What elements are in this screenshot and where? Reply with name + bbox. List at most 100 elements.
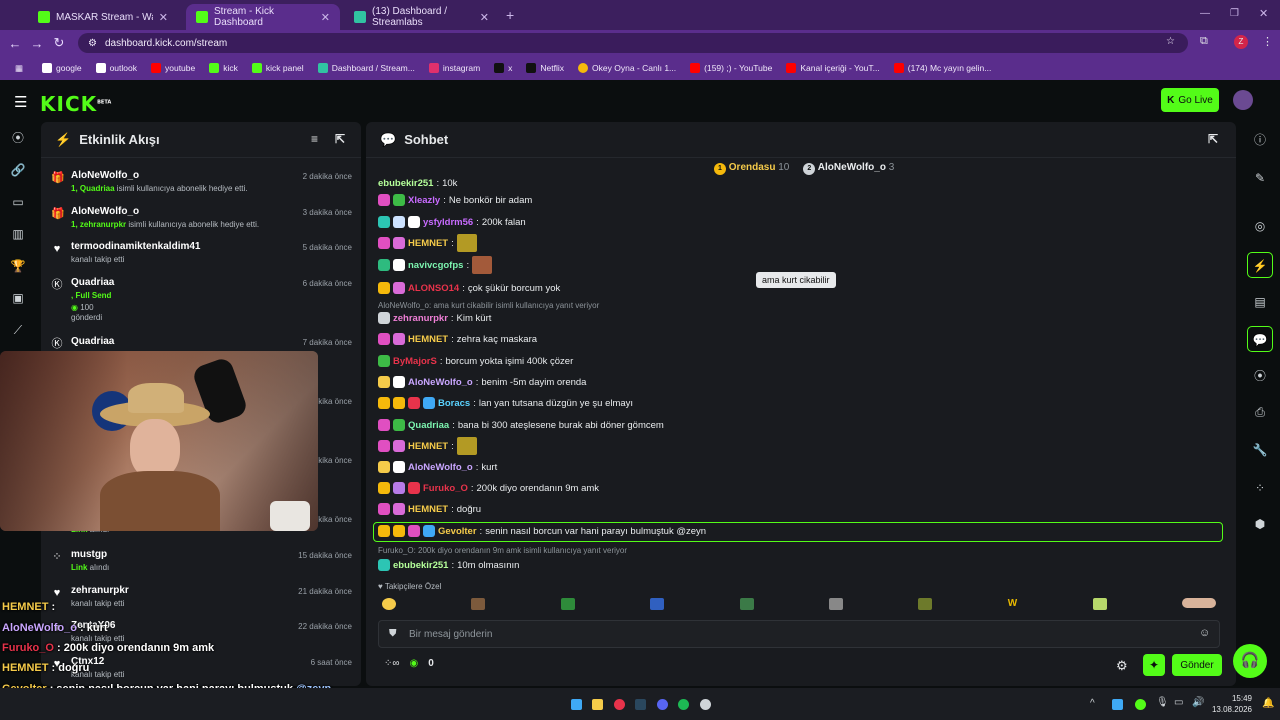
- emote-icon[interactable]: [650, 598, 665, 610]
- bookmark-youtube-174[interactable]: (174) Mc yayın gelin...: [887, 63, 999, 73]
- chat-input[interactable]: ⛊ Bir mesaj gönderin ☺: [378, 620, 1220, 648]
- file-explorer-icon[interactable]: [592, 699, 603, 710]
- forward-icon[interactable]: →: [26, 36, 48, 51]
- trophy-icon[interactable]: 🏆: [10, 258, 26, 274]
- leader-entry[interactable]: 1 Orendasu 10: [714, 162, 789, 175]
- chat-username[interactable]: ALONSO14: [408, 283, 459, 294]
- chat-username[interactable]: AloNeWolfo_o: [408, 462, 473, 473]
- new-tab-icon[interactable]: +: [506, 7, 514, 23]
- chat-username[interactable]: Furuko_O: [423, 483, 468, 494]
- menu-kebab-icon[interactable]: ⋮: [1262, 35, 1273, 48]
- chat-message[interactable]: ysfyldrm56:200k falan: [378, 213, 526, 231]
- chat-message[interactable]: zehranurpkr: Kim kürt: [378, 309, 491, 327]
- emote-icon[interactable]: [1092, 598, 1107, 610]
- chat-message[interactable]: AloNeWolfo_o: benim -5m dayim orenda: [378, 373, 586, 391]
- chat-username[interactable]: HEMNET: [408, 334, 448, 345]
- maximize-icon[interactable]: ❐: [1230, 8, 1239, 19]
- hamburger-menu-icon[interactable]: ☰: [14, 93, 27, 111]
- network-icon[interactable]: ⁘∞: [384, 658, 400, 669]
- tray-app-icon[interactable]: [1112, 699, 1123, 710]
- network-icon[interactable]: ⁘: [1252, 480, 1268, 496]
- tab-maskar-stream[interactable]: MASKAR Stream - Watch Live o ✕: [28, 4, 178, 30]
- shield-icon[interactable]: ⛊: [389, 628, 397, 639]
- bookmark-streamlabs[interactable]: Dashboard / Stream...: [311, 63, 422, 73]
- close-tab-icon[interactable]: ✕: [159, 11, 168, 24]
- support-headset-icon[interactable]: 🎧: [1233, 644, 1267, 678]
- notes-icon[interactable]: ▤: [1252, 294, 1268, 310]
- emote-icon[interactable]: [828, 598, 843, 610]
- bar-chart-icon[interactable]: ▥: [10, 226, 26, 242]
- chat-username[interactable]: HEMNET: [408, 441, 448, 452]
- emote-icon[interactable]: [739, 598, 754, 610]
- bookmark-okey[interactable]: Okey Oyna - Canlı 1...: [571, 63, 683, 73]
- obs-icon[interactable]: [700, 699, 711, 710]
- shield-icon[interactable]: ⬢: [1252, 516, 1268, 532]
- chrome-icon[interactable]: [614, 699, 625, 710]
- chat-username[interactable]: Xleazly: [408, 195, 440, 206]
- broadcast-icon[interactable]: ⦿: [10, 130, 26, 146]
- chat-message[interactable]: Xleazly: Ne bonkör bir adam: [378, 191, 532, 209]
- notification-bell-icon[interactable]: 🔔: [1262, 698, 1274, 709]
- bookmark-kick[interactable]: kick: [202, 63, 245, 73]
- emote-icon[interactable]: [382, 598, 396, 610]
- analytics-icon[interactable]: ⟋: [10, 322, 26, 338]
- chat-username[interactable]: AloNeWolfo_o: [408, 377, 473, 388]
- close-tab-icon[interactable]: ✕: [321, 11, 330, 24]
- emote-icon[interactable]: [1181, 598, 1216, 608]
- close-tab-icon[interactable]: ✕: [480, 11, 489, 24]
- bookmark-kick-panel[interactable]: kick panel: [245, 63, 311, 73]
- bookmark-google[interactable]: google: [35, 63, 89, 73]
- chat-message[interactable]: ALONSO14: çok şükür borcum yok: [378, 279, 560, 297]
- emote-icon[interactable]: [471, 598, 486, 610]
- edit-icon[interactable]: ✎: [1252, 170, 1268, 186]
- kick-logo[interactable]: KICKBETA: [40, 92, 111, 116]
- broadcast-signal-icon[interactable]: ⦿: [1252, 368, 1268, 384]
- chat-username[interactable]: zehranurpkr: [393, 313, 448, 324]
- leader-entry[interactable]: 2 AloNeWolfo_o 3: [803, 162, 894, 175]
- profile-avatar[interactable]: Z: [1234, 35, 1248, 49]
- chat-message[interactable]: navivcgofps:: [378, 256, 495, 274]
- url-field[interactable]: ⚙ dashboard.kick.com/stream ☆: [78, 33, 1188, 53]
- discord-icon[interactable]: [657, 699, 668, 710]
- bookmark-instagram[interactable]: instagram: [422, 63, 487, 73]
- reload-icon[interactable]: ↻: [48, 35, 70, 51]
- chat-message[interactable]: AloNeWolfo_o: kurt: [378, 458, 497, 476]
- chat-message[interactable]: HEMNET: zehra kaç maskara: [378, 330, 537, 348]
- chat-toggle-icon[interactable]: 💬: [1247, 326, 1273, 352]
- clock[interactable]: 15:49 13.08.2026: [1208, 693, 1252, 715]
- user-avatar[interactable]: [1233, 90, 1253, 110]
- chat-message[interactable]: Furuko_O:200k diyo orendanın 9m amk: [378, 479, 599, 497]
- back-icon[interactable]: ←: [4, 36, 26, 51]
- emote-icon[interactable]: [918, 598, 933, 610]
- extensions-icon[interactable]: ⧉: [1200, 35, 1208, 48]
- tray-chevron-icon[interactable]: ^: [1090, 698, 1095, 709]
- printer-icon[interactable]: ⎙: [1252, 404, 1268, 420]
- layout-icon[interactable]: ▣: [10, 290, 26, 306]
- volume-icon[interactable]: 🔊: [1192, 697, 1204, 708]
- chat-message[interactable]: ByMajorS: borcum yokta işimi 400k çözer: [378, 352, 573, 370]
- tray-app-icon[interactable]: [1135, 699, 1146, 710]
- chat-username[interactable]: navivcgofps: [408, 260, 463, 271]
- close-window-icon[interactable]: ✕: [1259, 7, 1268, 20]
- tab-streamlabs[interactable]: (13) Dashboard / Streamlabs ✕: [344, 4, 499, 30]
- spotify-icon[interactable]: [678, 699, 689, 710]
- windows-start-icon[interactable]: [571, 699, 582, 710]
- chat-username[interactable]: ebubekir251: [393, 560, 448, 571]
- chat-message[interactable]: Boracs: lan yan tutsana düzgün ye şu elma…: [378, 394, 633, 412]
- popout-icon[interactable]: ⇱: [335, 132, 345, 146]
- chat-username[interactable]: Quadriaa: [408, 420, 449, 431]
- apps-grid-icon[interactable]: ▦: [8, 63, 35, 74]
- chat-username[interactable]: HEMNET: [408, 504, 448, 515]
- emote-w-icon[interactable]: W: [1008, 598, 1017, 614]
- settings-gear-icon[interactable]: ⚙: [1116, 658, 1128, 674]
- link-icon[interactable]: 🔗: [10, 162, 26, 178]
- activity-feed-toggle-icon[interactable]: ⚡: [1247, 252, 1273, 278]
- chat-message[interactable]: ebubekir251:10k: [378, 174, 457, 192]
- chat-username[interactable]: ebubekir251: [378, 178, 433, 189]
- chat-message[interactable]: ebubekir251:10m olmasının: [378, 556, 519, 574]
- popout-icon[interactable]: ⇱: [1208, 132, 1218, 146]
- steam-icon[interactable]: [635, 699, 646, 710]
- bookmark-netflix[interactable]: Netflix: [519, 63, 571, 73]
- bookmark-youtube[interactable]: youtube: [144, 63, 202, 73]
- tab-kick-dashboard[interactable]: Stream - Kick Dashboard ✕: [186, 4, 340, 30]
